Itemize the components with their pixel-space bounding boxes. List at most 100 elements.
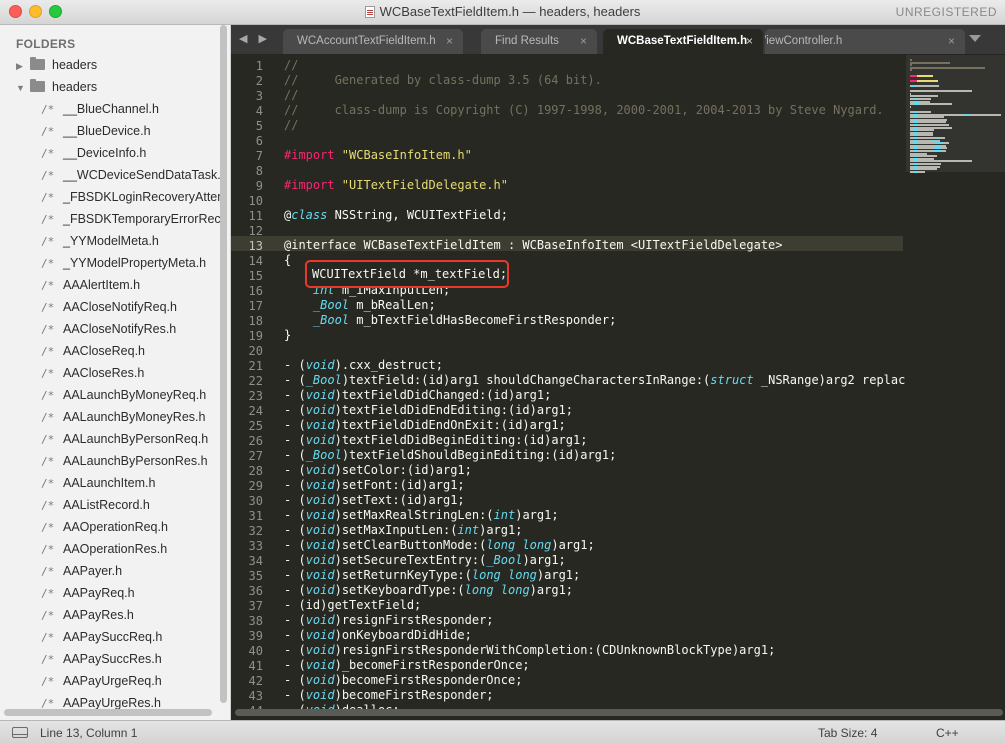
code-line[interactable]: // [284,88,298,103]
tab-close-icon[interactable]: × [580,29,587,54]
code-line[interactable]: - (void)textFieldDidChanged:(id)arg1; [284,388,551,403]
sidebar-file-item[interactable]: /* AAOperationReq.h [0,516,222,538]
tab-wcbasetextfielditem[interactable]: WCBaseTextFieldItem.h × [603,29,763,54]
line-number: 7 [255,149,263,163]
code-line[interactable]: - (_Bool)textFieldShouldBeginEditing:(id… [284,448,616,463]
code-token: )arg1; [515,508,559,522]
tab-wcaccountmainloginviewcontroller[interactable]: WCAccountMainLoginViewController.h × [765,29,965,54]
code-line[interactable]: _Bool m_bTextFieldHasBecomeFirstResponde… [284,313,616,328]
sidebar-file-item[interactable]: /* AALaunchByMoneyRes.h [0,406,222,428]
code-line[interactable]: - (void)becomeFirstResponderOnce; [284,673,522,688]
panel-toggle-icon[interactable] [12,727,28,738]
sidebar-file-item[interactable]: /* AAOperationRes.h [0,538,222,560]
code-line[interactable]: - (void)becomeFirstResponder; [284,688,494,703]
tab-size-selector[interactable]: Tab Size: 4 [818,726,877,740]
code-line[interactable]: { [284,253,291,268]
sidebar-file-item[interactable]: /* __BlueDevice.h [0,120,222,142]
sidebar-folder-headers[interactable]: ▼ headers [0,76,222,98]
code-line[interactable]: // [284,58,298,73]
code-line[interactable]: - (void)_becomeFirstResponderOnce; [284,658,530,673]
sidebar-file-item[interactable]: /* AACloseReq.h [0,340,222,362]
sidebar-file-item[interactable]: /* _YYModelPropertyMeta.h [0,252,222,274]
code-line[interactable]: - (void)textFieldDidBeginEditing:(id)arg… [284,433,587,448]
code-token: void [305,553,335,567]
sidebar-file-item[interactable]: /* _YYModelMeta.h [0,230,222,252]
sidebar-file-item[interactable]: /* AALaunchItem.h [0,472,222,494]
tab-close-icon[interactable]: × [948,29,955,54]
sidebar-folder-headers[interactable]: ▶ headers [0,54,222,76]
code-token: _Bool [312,313,350,327]
sidebar-file-item[interactable]: /* AAPayRes.h [0,604,222,626]
sidebar-file-item[interactable]: /* AACloseRes.h [0,362,222,384]
sidebar-file-item[interactable]: /* AAPayReq.h [0,582,222,604]
sidebar-horizontal-scrollbar[interactable] [4,709,212,716]
code-line[interactable]: // Generated by class-dump 3.5 (64 bit). [284,73,602,88]
sidebar-scrollbar[interactable] [220,25,227,703]
code-line[interactable]: - (void)resignFirstResponder; [284,613,494,628]
minimap-code-segment [910,74,917,77]
code-line[interactable]: - (void)setClearButtonMode:(long long)ar… [284,538,595,553]
sidebar-file-item[interactable]: /* AAListRecord.h [0,494,222,516]
code-line[interactable]: - (void)onKeyboardDidHide; [284,628,472,643]
code-line[interactable]: @interface WCBaseTextFieldItem : WCBaseI… [284,238,783,253]
sidebar-file-item[interactable]: /* __WCDeviceSendDataTask.h [0,164,222,186]
tab-nav-arrows[interactable]: ◀ ▶ [239,32,271,45]
syntax-selector[interactable]: C++ [936,726,959,740]
tab-find-results[interactable]: Find Results × [481,29,597,54]
code-line[interactable]: #import "WCBaseInfoItem.h" [284,148,472,163]
sidebar-file-item[interactable]: /* AALaunchByPersonRes.h [0,450,222,472]
sidebar-file-item[interactable]: /* AAPaySuccReq.h [0,626,222,648]
code-line[interactable]: _Bool m_bRealLen; [284,298,436,313]
code-line[interactable]: - (void)setKeyboardType:(long long)arg1; [284,583,573,598]
cursor-position[interactable]: Line 13, Column 1 [40,726,137,740]
sidebar-file-item[interactable]: /* __DeviceInfo.h [0,142,222,164]
sidebar-file-item[interactable]: /* AACloseNotifyReq.h [0,296,222,318]
sidebar-file-item[interactable]: /* AAAlertItem.h [0,274,222,296]
sidebar-file-item[interactable]: /* __BlueChannel.h [0,98,222,120]
minimap[interactable] [906,55,1005,720]
code-line[interactable]: - (void)textFieldDidEndEditing:(id)arg1; [284,403,573,418]
code-editor[interactable]: 1 2 3 4 5 6 7 8 9 10 11 12 13 14 15 16 17 18 19 20 21 22 23 24 2… [231,55,1005,720]
sidebar-file-item[interactable]: /* _FBSDKTemporaryErrorRecoveryAttempter.… [0,208,222,230]
code-line[interactable]: - (void)setMaxInputLen:(int)arg1; [284,523,522,538]
code-line[interactable]: - (void)setFont:(id)arg1; [284,478,465,493]
disclosure-expanded-icon[interactable]: ▼ [16,77,26,98]
code-line[interactable]: - (void)setText:(id)arg1; [284,493,465,508]
code-line[interactable]: - (void).cxx_destruct; [284,358,443,373]
tab-close-icon[interactable]: × [446,29,453,54]
code-line[interactable]: } [284,328,291,343]
code-line[interactable]: - (void)setMaxRealStringLen:(int)arg1; [284,508,559,523]
sidebar-file-item[interactable]: /* AAPayer.h [0,560,222,582]
code-line[interactable]: - (void)textFieldDidEndOnExit:(id)arg1; [284,418,566,433]
sidebar-file-item[interactable]: /* AACloseNotifyRes.h [0,318,222,340]
code-line[interactable]: #import "UITextFieldDelegate.h" [284,178,508,193]
disclosure-collapsed-icon[interactable]: ▶ [16,55,26,76]
line-number: 43 [248,689,263,703]
folder-tree: ▶ headers ▼ headers /* __BlueChannel.h /* __Blu… [0,54,222,714]
code-line[interactable]: - (void)setReturnKeyType:(long long)arg1… [284,568,580,583]
tab-wcaccounttextfielditem[interactable]: WCAccountTextFieldItem.h × [283,29,463,54]
folder-label: headers [52,80,98,94]
sidebar-file-item[interactable]: /* AALaunchByPersonReq.h [0,428,222,450]
code-line[interactable]: - (_Bool)textField:(id)arg1 shouldChange… [284,373,906,388]
code-line[interactable]: @class NSString, WCUITextField; [284,208,508,223]
line-number: 2 [255,74,263,88]
editor-horizontal-scrollbar[interactable] [235,709,1003,716]
sidebar-file-item[interactable]: /* AAPayUrgeReq.h [0,670,222,692]
chevron-down-icon[interactable] [969,35,981,42]
sidebar-file-item[interactable]: /* AAPaySuccRes.h [0,648,222,670]
code-area[interactable]: //// Generated by class-dump 3.5 (64 bit… [284,55,906,720]
sidebar-file-item[interactable]: /* _FBSDKLoginRecoveryAttempter.h [0,186,222,208]
code-line[interactable]: - (id)getTextField; [284,598,421,613]
tab-close-icon[interactable]: × [746,29,753,54]
code-line[interactable]: - (void)setSecureTextEntry:(_Bool)arg1; [284,553,566,568]
line-number: 10 [248,194,263,208]
sidebar-file-item[interactable]: /* AALaunchByMoneyReq.h [0,384,222,406]
code-line[interactable]: - (void)setColor:(id)arg1; [284,463,472,478]
code-line[interactable]: - (void)resignFirstResponderWithCompleti… [284,643,775,658]
code-token: )resignFirstResponder; [334,613,494,627]
minimap-code-segment [910,90,972,93]
code-line[interactable]: // [284,118,298,133]
code-line[interactable]: // class-dump is Copyright (C) 1997-1998… [284,103,884,118]
code-token: void [305,658,335,672]
